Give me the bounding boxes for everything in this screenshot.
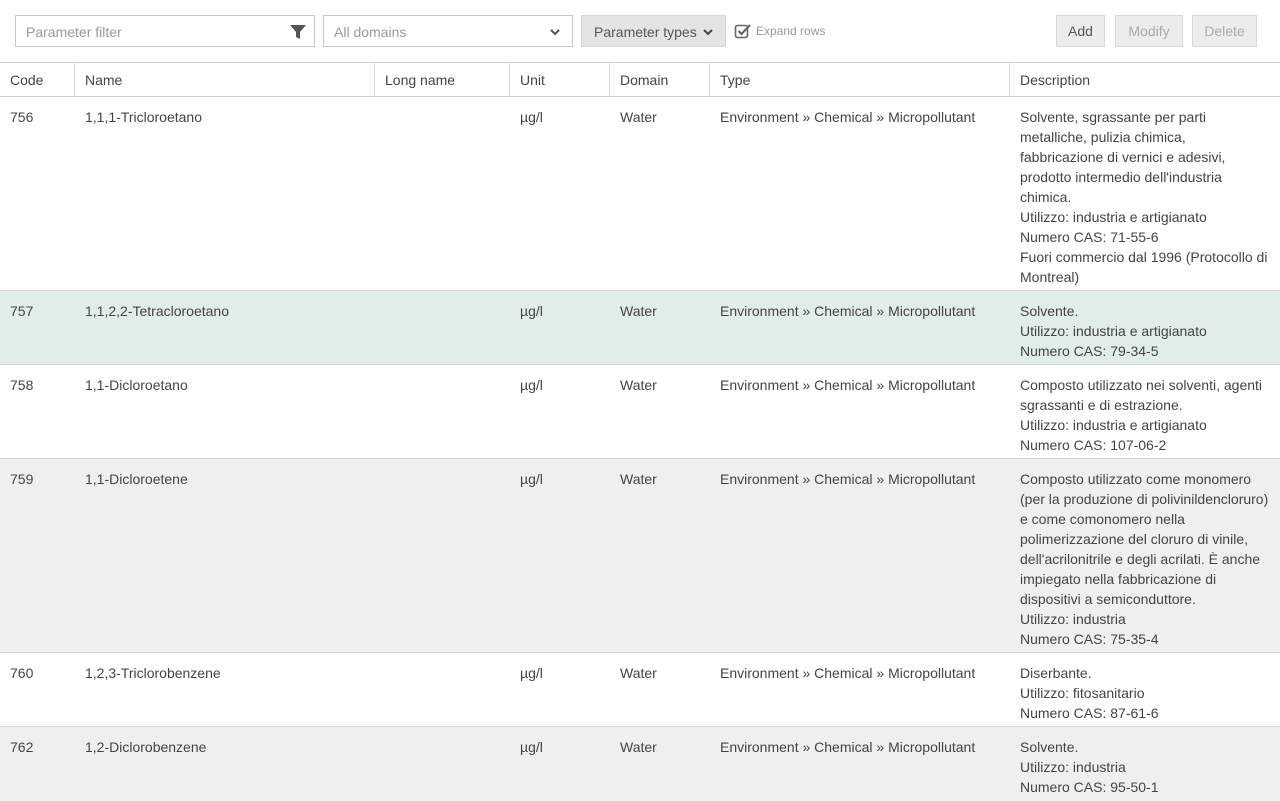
table-row[interactable]: 762 1,2-Diclorobenzene µg/l Water Enviro…	[0, 727, 1280, 801]
cell-type: Environment » Chemical » Micropollutant	[720, 471, 976, 487]
cell-description: Solvente, sgrassante per parti metallich…	[1010, 97, 1280, 307]
delete-button[interactable]: Delete	[1192, 15, 1257, 47]
cell-domain: Water	[620, 665, 657, 681]
description-line: Diserbante.	[1020, 665, 1092, 681]
cell-domain: Water	[620, 739, 657, 755]
description-line: Numero CAS: 71-55-6	[1020, 229, 1159, 245]
cell-type: Environment » Chemical » Micropollutant	[720, 739, 976, 755]
cell-code: 759	[10, 471, 34, 487]
cell-description: Solvente. Utilizzo: industria Numero CAS…	[1010, 727, 1280, 797]
cell-type: Environment » Chemical » Micropollutant	[720, 377, 976, 393]
description-line: Utilizzo: industria e artigianato	[1020, 323, 1207, 339]
cell-description: Composto utilizzato nei solventi, agenti…	[1010, 365, 1280, 455]
parameter-types-label: Parameter types	[594, 24, 697, 40]
description-line: Solvente, sgrassante per parti metallich…	[1020, 109, 1226, 205]
cell-long-name	[375, 365, 510, 375]
description-line: Composto utilizzato come monomero (per l…	[1020, 471, 1269, 607]
cell-unit: µg/l	[520, 739, 543, 755]
cell-unit: µg/l	[520, 665, 543, 681]
cell-code: 757	[10, 303, 34, 319]
parameters-table: Code Name Long name Unit Domain Type Des…	[0, 62, 1280, 801]
column-header-unit[interactable]: Unit	[510, 63, 610, 96]
table-row[interactable]: 759 1,1-Dicloroetene µg/l Water Environm…	[0, 459, 1280, 653]
toolbar: Parameter filter All domains Parameter t…	[0, 0, 1280, 62]
table-header: Code Name Long name Unit Domain Type Des…	[0, 62, 1280, 97]
parameter-filter-placeholder: Parameter filter	[26, 24, 122, 40]
column-header-code[interactable]: Code	[0, 63, 75, 96]
cell-long-name	[375, 291, 510, 301]
domain-select-value: All domains	[334, 24, 407, 40]
cell-domain: Water	[620, 303, 657, 319]
expand-rows-label: Expand rows	[756, 24, 826, 38]
modify-button[interactable]: Modify	[1115, 15, 1183, 47]
cell-description: Solvente. Utilizzo: industria e artigian…	[1010, 291, 1280, 361]
cell-long-name	[375, 459, 510, 469]
column-header-description[interactable]: Description	[1010, 63, 1280, 96]
cell-name: 1,1,1-Tricloroetano	[85, 109, 202, 125]
cell-code: 762	[10, 739, 34, 755]
description-line: Numero CAS: 107-06-2	[1020, 437, 1167, 453]
description-line: Utilizzo: industria e artigianato	[1020, 209, 1207, 225]
description-line: Fuori commercio dal 1996 (Protocollo di …	[1020, 249, 1268, 285]
cell-long-name	[375, 653, 510, 663]
cell-code: 756	[10, 109, 34, 125]
cell-name: 1,1,2,2-Tetracloroetano	[85, 303, 229, 319]
column-header-domain[interactable]: Domain	[610, 63, 710, 96]
cell-type: Environment » Chemical » Micropollutant	[720, 109, 976, 125]
cell-unit: µg/l	[520, 303, 543, 319]
description-line: Utilizzo: industria e artigianato	[1020, 417, 1207, 433]
description-line: Numero CAS: 75-35-4	[1020, 631, 1159, 647]
description-line: Utilizzo: industria	[1020, 611, 1126, 627]
parameter-types-dropdown[interactable]: Parameter types	[581, 15, 726, 47]
column-header-long-name[interactable]: Long name	[375, 63, 510, 96]
table-row[interactable]: 758 1,1-Dicloroetano µg/l Water Environm…	[0, 365, 1280, 459]
description-line: Utilizzo: fitosanitario	[1020, 685, 1145, 701]
cell-code: 760	[10, 665, 34, 681]
cell-name: 1,1-Dicloroetano	[85, 377, 188, 393]
domain-select[interactable]: All domains	[323, 15, 573, 47]
add-button[interactable]: Add	[1056, 15, 1105, 47]
description-line: Utilizzo: industria	[1020, 759, 1126, 775]
cell-domain: Water	[620, 471, 657, 487]
cell-domain: Water	[620, 109, 657, 125]
filter-icon[interactable]	[289, 23, 307, 41]
cell-code: 758	[10, 377, 34, 393]
cell-description: Diserbante. Utilizzo: fitosanitario Nume…	[1010, 653, 1280, 723]
table-row[interactable]: 756 1,1,1-Tricloroetano µg/l Water Envir…	[0, 97, 1280, 305]
cell-unit: µg/l	[520, 377, 543, 393]
cell-domain: Water	[620, 377, 657, 393]
column-header-name[interactable]: Name	[75, 63, 375, 96]
cell-unit: µg/l	[520, 109, 543, 125]
chevron-down-icon	[550, 29, 560, 36]
cell-long-name	[375, 97, 510, 107]
description-line: Numero CAS: 95-50-1	[1020, 779, 1159, 795]
table-row-selected[interactable]: 757 1,1,2,2-Tetracloroetano µg/l Water E…	[0, 291, 1280, 365]
cell-description: Composto utilizzato come monomero (per l…	[1010, 459, 1280, 649]
checkbox-checked-icon[interactable]	[734, 22, 752, 40]
cell-name: 1,1-Dicloroetene	[85, 471, 188, 487]
cell-name: 1,2,3-Triclorobenzene	[85, 665, 221, 681]
cell-long-name	[375, 727, 510, 737]
table-row[interactable]: 760 1,2,3-Triclorobenzene µg/l Water Env…	[0, 653, 1280, 727]
cell-name: 1,2-Diclorobenzene	[85, 739, 207, 755]
description-line: Solvente.	[1020, 739, 1079, 755]
description-line: Composto utilizzato nei solventi, agenti…	[1020, 377, 1263, 413]
parameter-filter-input[interactable]: Parameter filter	[15, 15, 315, 47]
cell-type: Environment » Chemical » Micropollutant	[720, 303, 976, 319]
description-line: Solvente.	[1020, 303, 1079, 319]
chevron-down-icon	[703, 29, 713, 36]
cell-type: Environment » Chemical » Micropollutant	[720, 665, 976, 681]
cell-unit: µg/l	[520, 471, 543, 487]
column-header-type[interactable]: Type	[710, 63, 1010, 96]
description-line: Numero CAS: 79-34-5	[1020, 343, 1159, 359]
description-line: Numero CAS: 87-61-6	[1020, 705, 1159, 721]
